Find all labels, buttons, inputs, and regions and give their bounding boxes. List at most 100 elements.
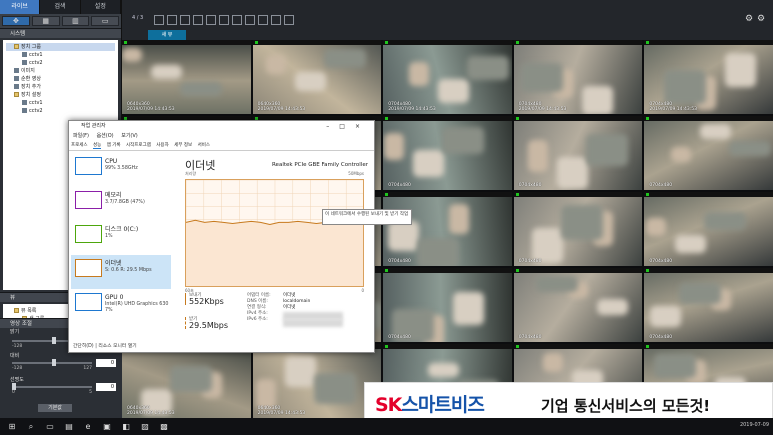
tree-item[interactable]: 순환 영상 [6, 75, 115, 83]
menu-file[interactable]: 파일(F) [73, 133, 89, 139]
camera-tile[interactable]: 0704x480 [644, 192, 773, 266]
tab-search[interactable]: 검색 [40, 0, 81, 14]
info-value: 이더넷 [283, 305, 296, 310]
window-controls[interactable]: –□× [326, 121, 370, 132]
search-icon[interactable]: ⌕ [24, 420, 38, 434]
tab-details[interactable]: 세부 정보 [174, 143, 192, 148]
blurred-region [542, 353, 563, 372]
blurred-region [122, 48, 142, 62]
tab-startup[interactable]: 시작프로그램 [126, 143, 151, 148]
camera-tile[interactable]: 0704x480 [513, 192, 643, 266]
task-manager-titlebar[interactable]: 작업 관리자 –□× [69, 121, 374, 132]
layout-64-icon[interactable] [271, 15, 281, 25]
tab-app-history[interactable]: 앱 기록 [107, 143, 121, 148]
task-view-icon[interactable]: ▭ [43, 420, 57, 434]
layout-25-icon[interactable] [245, 15, 255, 25]
layout-9-icon[interactable] [206, 15, 216, 25]
tab-settings[interactable]: 설정 [81, 0, 121, 14]
camera-tile[interactable]: 0704x480 [513, 116, 643, 190]
tab-performance[interactable]: 성능 [93, 143, 102, 149]
tree-item[interactable]: cctv2 [6, 59, 115, 67]
tree-item[interactable]: cctv1 [6, 51, 115, 59]
resource-mini-graph [75, 225, 102, 243]
camera-tile[interactable]: 0704x480 2019/07/09 14:43:53 [644, 40, 773, 114]
options-gear-icon[interactable]: ⚙ [757, 14, 767, 24]
contrast-value[interactable]: 0 [96, 359, 116, 367]
layout-36-icon[interactable] [258, 15, 268, 25]
camera-tile[interactable]: 0704x480 2019/07/09 14:43:53 [513, 40, 643, 114]
camera-tile[interactable]: 0704x480 [513, 268, 643, 342]
tree-item[interactable]: cctv1 [6, 99, 115, 107]
menu-options[interactable]: 옵션(O) [97, 133, 114, 139]
settings-gear-icon[interactable]: ⚙ [745, 14, 755, 24]
sharpness-slider[interactable] [12, 383, 92, 390]
layout-4-icon[interactable] [167, 15, 177, 25]
resource-item[interactable]: 메모리 3.7/7.8GB (47%) [71, 187, 171, 221]
fullscreen-icon[interactable] [284, 15, 294, 25]
camera-label: 0704x480 [518, 335, 542, 340]
redacted-ipv6 [283, 319, 343, 327]
task-manager-icon[interactable]: ▨ [138, 420, 152, 434]
blurred-region [294, 72, 326, 91]
camera-tile[interactable]: 0640x360 2019/07/09 14:43:53 [122, 40, 251, 114]
camera-tile[interactable]: 0704x480 [383, 192, 512, 266]
layout-13-icon[interactable] [219, 15, 229, 25]
resource-item[interactable]: CPU 99% 3.58GHz [71, 153, 171, 187]
graph-max: 50Mbps [348, 171, 364, 176]
tab-services[interactable]: 서비스 [198, 143, 210, 148]
app2-icon[interactable]: ▩ [157, 420, 171, 434]
move-icon[interactable]: ✥ [2, 16, 30, 26]
system-header[interactable]: 시스템 [0, 28, 121, 38]
camera-status-bar [513, 268, 643, 273]
sharpness-value[interactable]: 0 [96, 383, 116, 391]
resource-item[interactable]: 이더넷 S: 0.6 R: 29.5 Mbps [71, 255, 171, 289]
camera-list-icon[interactable]: ▦ [31, 16, 60, 26]
camera-tile[interactable]: 0704x480 [644, 268, 773, 342]
blurred-region [585, 134, 628, 166]
camera-status-icon [646, 41, 650, 44]
layout-16-icon[interactable] [232, 15, 242, 25]
view-tab[interactable]: 새 뷰 [148, 30, 186, 40]
tree-item[interactable]: cctv2 [6, 107, 115, 115]
camera-status-icon [385, 193, 389, 196]
camera-icon [22, 60, 27, 65]
blurred-region [284, 356, 316, 387]
layout-6-icon[interactable] [180, 15, 190, 25]
start-icon[interactable]: ⊞ [5, 420, 19, 434]
tree-item[interactable]: 장치 설정 [6, 91, 115, 99]
resource-item[interactable]: 디스크 0(C:) 1% [71, 221, 171, 255]
blurred-region [527, 140, 548, 172]
monitor-icon[interactable]: ▭ [91, 16, 119, 26]
camera-tile[interactable]: 0640x360 2019/07/09 14:43:53 [122, 344, 251, 418]
camera-status-bar [644, 40, 773, 45]
file-explorer-icon[interactable]: ▤ [62, 420, 76, 434]
camera-tile[interactable]: 0704x480 [383, 116, 512, 190]
nvr-app-icon[interactable]: ◧ [119, 420, 133, 434]
tree-item[interactable]: 장치 추가 [6, 83, 115, 91]
layout-1-icon[interactable] [154, 15, 164, 25]
camera-tile[interactable]: 0640x360 2019/07/09 14:43:53 [252, 40, 382, 114]
tree-item[interactable]: 이미지 [6, 67, 115, 75]
tab-users[interactable]: 사용자 [156, 143, 168, 148]
task-manager-footer[interactable]: 간단히(D) | 리소스 모니터 열기 [73, 342, 137, 349]
layout-icon[interactable]: ▥ [61, 16, 90, 26]
tab-live[interactable]: 라이브 [0, 0, 41, 14]
blurred-region [453, 292, 485, 325]
camera-tile[interactable]: 0640x360 2019/07/09 14:43:53 [252, 344, 382, 418]
tab-processes[interactable]: 프로세스 [71, 143, 88, 148]
sharpness-min: 0 [12, 390, 15, 395]
resource-item[interactable]: GPU 0 Intel(R) UHD Graphics 630 7% [71, 289, 171, 323]
camera-tile[interactable]: 0704x480 [383, 268, 512, 342]
tree-item-label: 장치 그룹 [21, 44, 41, 50]
resource-name: 메모리 [105, 192, 122, 199]
default-button[interactable]: 기본값 [38, 404, 72, 412]
camera-tile[interactable]: 0704x480 2019/07/09 14:43:53 [383, 40, 512, 114]
menu-view[interactable]: 보기(V) [121, 133, 138, 139]
camera-label: 0704x480 [518, 259, 542, 264]
layout-8-icon[interactable] [193, 15, 203, 25]
app-icon[interactable]: ▣ [100, 420, 114, 434]
tree-item[interactable]: 장치 그룹 [6, 43, 115, 51]
camera-tile[interactable]: 0704x480 [644, 116, 773, 190]
edge-icon[interactable]: e [81, 420, 95, 434]
contrast-slider[interactable] [12, 359, 92, 366]
